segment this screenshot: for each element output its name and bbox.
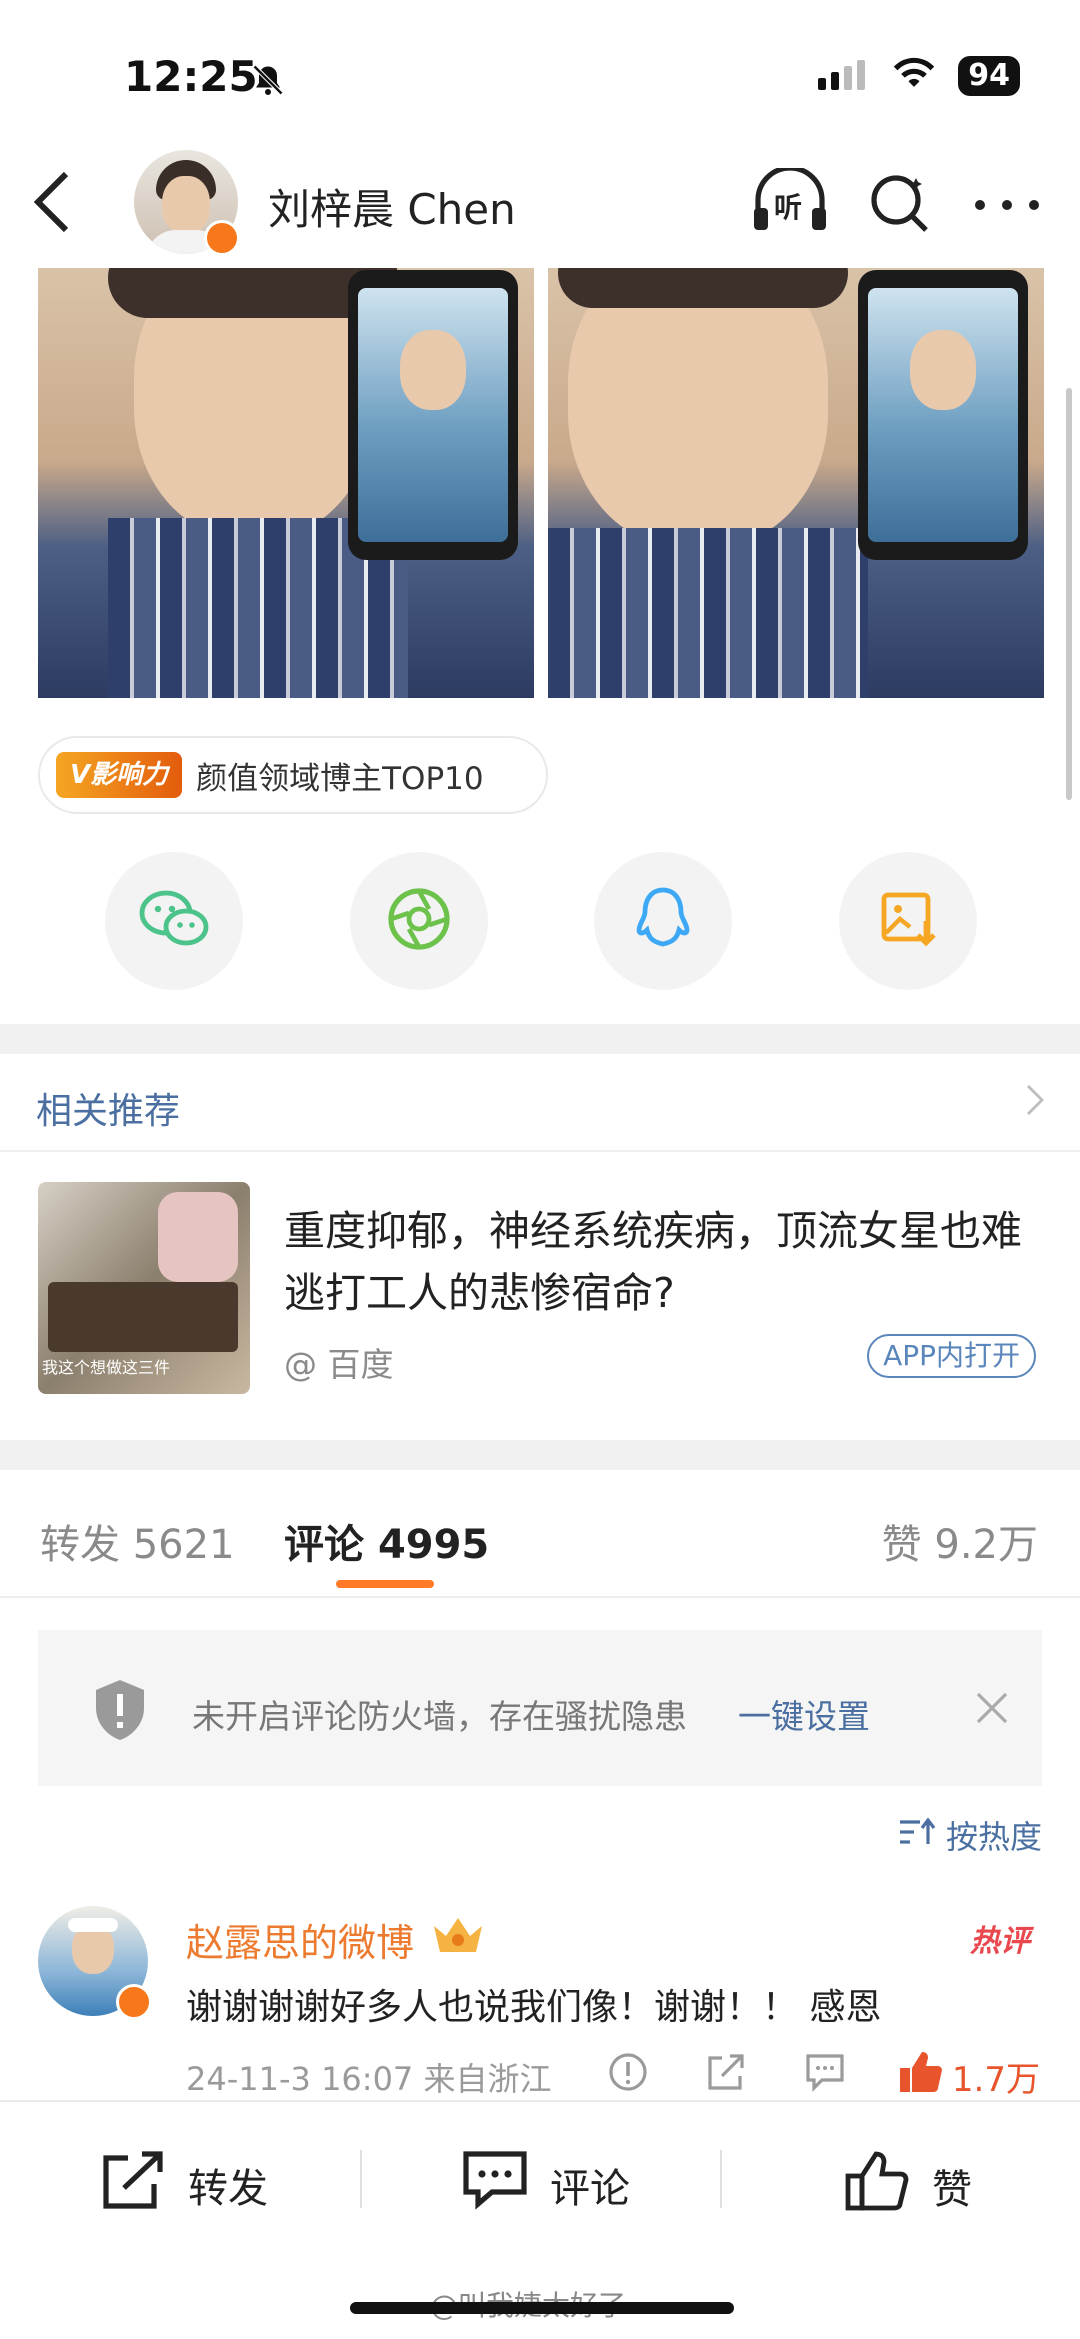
post-image-1[interactable] [38,268,534,698]
comment-like-count: 1.7万 [951,2060,1040,2100]
save-image-button[interactable] [839,852,977,990]
sort-by-hot-button[interactable]: 按热度 [899,1812,1042,1858]
wechat-icon [138,889,210,953]
tab-like-count: 9.2万 [934,1522,1038,1568]
share-wechat-button[interactable] [105,852,243,990]
thumbs-up-icon [844,2150,910,2222]
separator [720,2150,722,2208]
chevron-right-icon[interactable] [1026,1084,1044,1125]
search-icon[interactable] [868,170,932,238]
battery-icon: 94 [958,56,1020,96]
comment-button[interactable]: 评论 [462,2150,630,2220]
hot-comment-badge: 热评 [970,1924,1030,1959]
status-time: 12:25 [124,52,258,101]
tab-comment-label: 评论 [284,1522,364,1568]
thumbnail-caption: 我这个想做这三件 [42,1358,171,1377]
share-moments-button[interactable] [350,852,488,990]
share-comment-icon[interactable] [706,2052,746,2096]
reply-icon[interactable] [804,2052,846,2096]
verified-badge-icon [116,1984,152,2020]
repost-button[interactable]: 转发 [100,2150,268,2220]
more-icon[interactable] [974,196,1040,215]
influence-text: 颜值领域博主TOP10 [196,760,484,797]
like-label: 赞 [932,2167,972,2213]
tab-repost-label: 转发 [40,1522,120,1568]
bottom-bar-divider [0,2100,1080,2102]
related-title: 相关推荐 [36,1091,181,1132]
one-click-setup-link[interactable]: 一键设置 [738,1690,870,1738]
scrollbar[interactable] [1066,388,1072,800]
notice-text: 未开启评论防火墙，存在骚扰隐患 [192,1697,687,1736]
comment-text: 谢谢谢谢好多人也说我们像！谢谢！！ 感恩 [186,1987,882,2028]
open-in-app-button[interactable]: APP内打开 [867,1334,1036,1378]
verified-badge-icon [204,220,240,256]
related-item-title[interactable]: 重度抑郁，神经系统疾病，顶流女星也难逃打工人的悲惨宿命? [284,1200,1034,1324]
like-button[interactable]: 赞 [844,2150,972,2222]
tab-comment-count: 4995 [377,1522,490,1568]
comment-icon [462,2150,528,2220]
repost-icon [100,2150,166,2220]
home-indicator[interactable] [350,2302,734,2314]
divider [0,1440,1080,1470]
wifi-icon [892,57,936,95]
listen-label: 听 [774,191,803,224]
tab-like-label: 赞 [881,1522,922,1568]
repost-label: 转发 [188,2166,268,2212]
sort-label: 按热度 [945,1818,1042,1856]
tab-repost[interactable]: 转发 5621 [40,1512,235,1570]
comment-label: 评论 [550,2166,630,2212]
tab-repost-count: 5621 [132,1522,235,1568]
crown-icon [430,1910,486,1960]
tab-indicator [336,1580,434,1588]
post-image-2[interactable] [548,268,1044,698]
related-thumbnail[interactable]: 我这个想做这三件 [38,1182,250,1394]
save-image-icon [878,889,938,953]
signal-icon [818,58,870,94]
sort-icon [899,1816,936,1854]
tab-comment[interactable]: 评论 4995 [284,1512,489,1570]
bell-muted-icon [250,62,286,102]
report-icon[interactable] [608,2052,648,2096]
influence-badge[interactable]: V影响力 颜值领域博主TOP10 [38,736,548,814]
divider [0,1596,1080,1598]
divider [0,1150,1080,1152]
back-button[interactable] [30,170,74,238]
comment-meta: 24-11-3 16:07 来自浙江 [186,2060,552,2098]
close-icon[interactable] [976,1692,1008,1728]
qq-icon [635,886,691,956]
aperture-icon [387,887,451,955]
related-item-source: @ 百度 [284,1345,394,1384]
influence-tag: V影响力 [56,752,183,798]
share-qq-button[interactable] [594,852,732,990]
divider [0,1024,1080,1054]
commenter-name[interactable]: 赵露思的微博 [186,1912,414,1967]
thumbs-up-icon [898,2050,942,2103]
comment-like-button[interactable]: 1.7万 [898,2050,1040,2103]
shield-icon [92,1678,148,1746]
tab-like[interactable]: 赞 9.2万 [882,1512,1038,1570]
page-title: 刘梓晨 Chen [268,185,516,234]
listen-button[interactable]: 听 [750,165,830,238]
status-right: 94 [818,56,1020,96]
separator [360,2150,362,2208]
